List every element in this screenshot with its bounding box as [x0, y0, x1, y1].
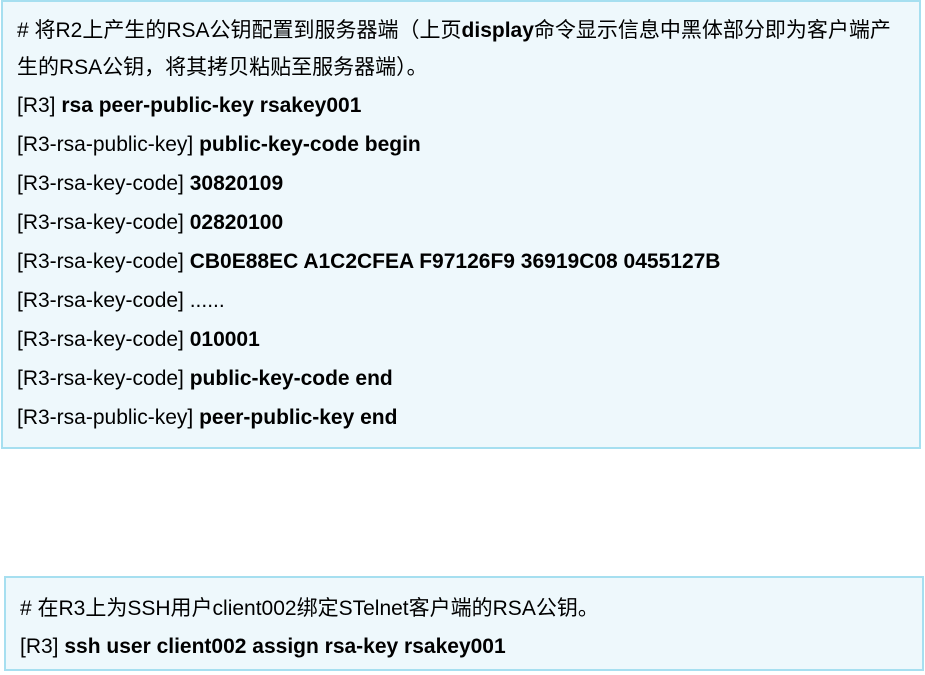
command-prompt: [R3-rsa-key-code] — [17, 172, 190, 195]
block2-intro: # 在R3上为SSH用户client002绑定STelnet客户端的RSA公钥。 — [20, 597, 599, 620]
command-text: public-key-code begin — [199, 133, 421, 156]
command-line: [R3-rsa-key-code] CB0E88EC A1C2CFEA F971… — [17, 242, 905, 281]
command-line: [R3-rsa-public-key] peer-public-key end — [17, 398, 905, 437]
command-text: peer-public-key end — [199, 406, 398, 429]
intro-text-bold: display — [461, 19, 534, 42]
intro-text-part1: # 将R2上产生的RSA公钥配置到服务器端（上页 — [17, 19, 462, 42]
rsa-key-config-box: # 将R2上产生的RSA公钥配置到服务器端（上页display命令显示信息中黑体… — [1, 0, 921, 449]
command-text: CB0E88EC A1C2CFEA F97126F9 36919C08 0455… — [189, 250, 721, 273]
command-prompt: [R3-rsa-key-code] — [17, 250, 190, 273]
command-line: [R3-rsa-public-key] public-key-code begi… — [17, 125, 905, 164]
command-line: [R3] rsa peer-public-key rsakey001 — [17, 86, 905, 125]
command-text: ...... — [189, 289, 225, 312]
command-text: 30820109 — [189, 172, 284, 195]
command-line: [R3] ssh user client002 assign rsa-key r… — [20, 627, 908, 666]
command-line: [R3-rsa-key-code] 30820109 — [17, 164, 905, 203]
command-text: public-key-code end — [189, 367, 393, 390]
ssh-user-bind-box: # 在R3上为SSH用户client002绑定STelnet客户端的RSA公钥。… — [4, 576, 924, 671]
command-line: [R3-rsa-key-code] 02820100 — [17, 203, 905, 242]
block1-intro: # 将R2上产生的RSA公钥配置到服务器端（上页display命令显示信息中黑体… — [17, 12, 905, 86]
command-prompt: [R3] — [17, 94, 62, 117]
command-text: 02820100 — [189, 211, 284, 234]
command-prompt: [R3] — [20, 635, 65, 658]
command-text: rsa peer-public-key rsakey001 — [61, 94, 362, 117]
command-text: ssh user client002 assign rsa-key rsakey… — [64, 635, 506, 658]
command-line: [R3-rsa-key-code] ...... — [17, 281, 905, 320]
command-prompt: [R3-rsa-key-code] — [17, 211, 190, 234]
command-prompt: [R3-rsa-public-key] — [17, 406, 200, 429]
command-line: [R3-rsa-key-code] 010001 — [17, 320, 905, 359]
command-prompt: [R3-rsa-key-code] — [17, 328, 190, 351]
command-prompt: [R3-rsa-key-code] — [17, 367, 190, 390]
command-line: [R3-rsa-key-code] public-key-code end — [17, 359, 905, 398]
command-prompt: [R3-rsa-key-code] — [17, 289, 190, 312]
command-prompt: [R3-rsa-public-key] — [17, 133, 200, 156]
command-text: 010001 — [189, 328, 260, 351]
